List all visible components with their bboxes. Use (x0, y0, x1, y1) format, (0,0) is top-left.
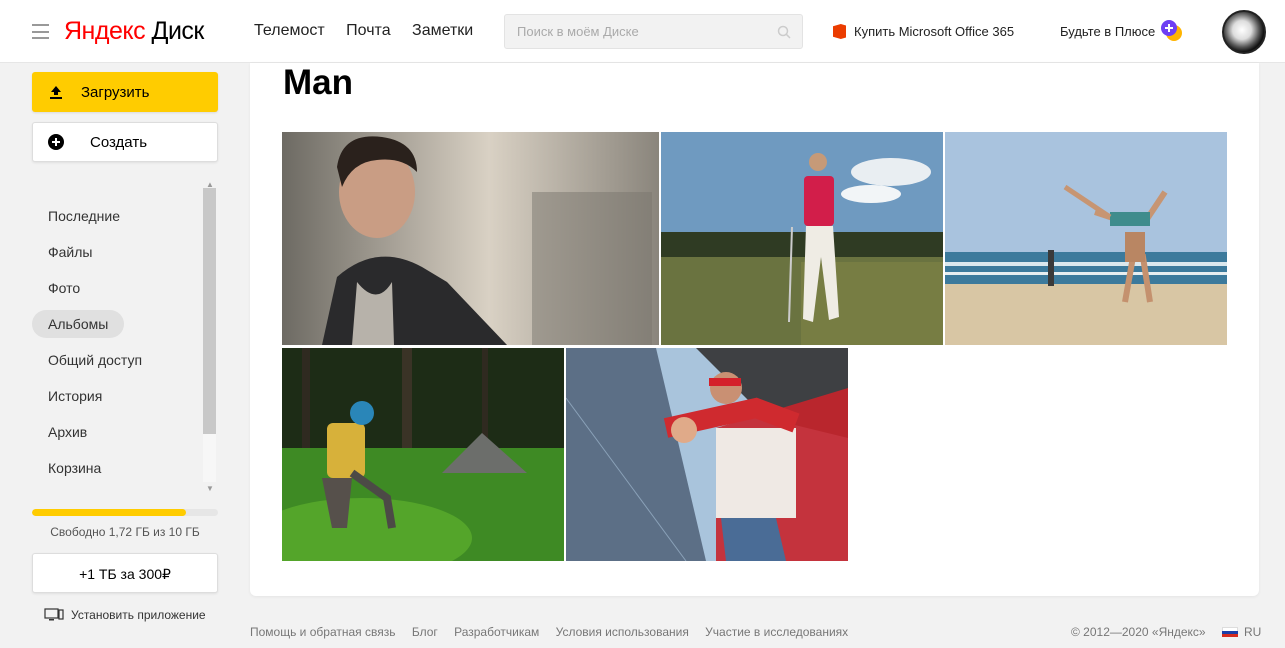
storage-progress-fill (32, 509, 186, 516)
logo-yandex: Яндекс (64, 17, 146, 45)
search-input[interactable] (505, 15, 765, 48)
install-app-link[interactable]: Установить приложение (44, 608, 206, 622)
beach-handstand-photo[interactable] (945, 132, 1227, 345)
sidebar-item-archive[interactable]: Архив (32, 414, 202, 450)
footer-blog-link[interactable]: Блог (412, 625, 438, 639)
nav-telemost[interactable]: Телемост (254, 22, 325, 39)
sidebar-nav: Последние Файлы Фото Альбомы Общий досту… (32, 198, 202, 486)
sidebar-item-files[interactable]: Файлы (32, 234, 202, 270)
office-promo-link[interactable]: Купить Microsoft Office 365 (833, 24, 1014, 39)
plus-circle-icon (48, 134, 64, 150)
create-label: Создать (90, 133, 148, 151)
sidebar-item-recent[interactable]: Последние (32, 198, 202, 234)
header: Яндекс Диск Телемост Почта Заметки Купит… (0, 0, 1285, 63)
footer-help-link[interactable]: Помощь и обратная связь (250, 625, 395, 639)
user-avatar[interactable] (1222, 10, 1266, 54)
sidebar-scrollbar[interactable]: ▲ ▼ (202, 180, 216, 495)
copyright: © 2012—2020 «Яндекс» (1071, 625, 1206, 639)
footer-developers-link[interactable]: Разработчикам (454, 625, 539, 639)
create-button[interactable]: Создать (32, 122, 218, 162)
ru-flag-icon (1222, 626, 1238, 638)
scroll-down-arrow[interactable]: ▼ (206, 484, 214, 493)
plus-icon[interactable] (1160, 19, 1183, 42)
album-title: Man (283, 63, 353, 102)
upload-button[interactable]: Загрузить (32, 72, 218, 112)
search-icon[interactable] (777, 25, 791, 39)
top-nav: Телемост Почта Заметки (254, 22, 490, 40)
father-son-superhero-photo[interactable] (566, 348, 848, 561)
footer-research-link[interactable]: Участие в исследованиях (705, 625, 848, 639)
buy-space-button[interactable]: +1 ТБ за 300₽ (32, 553, 218, 593)
storage-progress-bar (32, 509, 218, 516)
scrollbar-thumb[interactable] (203, 188, 216, 434)
office-icon (833, 24, 846, 39)
menu-icon[interactable] (32, 24, 49, 39)
camper-forest-photo[interactable] (282, 348, 564, 561)
nav-notes[interactable]: Заметки (412, 22, 473, 39)
golfer-photo[interactable] (661, 132, 943, 345)
sidebar-item-albums[interactable]: Альбомы (32, 306, 202, 342)
sidebar-item-shared[interactable]: Общий доступ (32, 342, 202, 378)
sidebar-item-history[interactable]: История (32, 378, 202, 414)
storage-text: Свободно 1,72 ГБ из 10 ГБ (50, 525, 200, 539)
footer-terms-link[interactable]: Условия использования (556, 625, 689, 639)
language-switcher[interactable]: RU (1222, 625, 1261, 639)
footer-links: Помощь и обратная связь Блог Разработчик… (250, 625, 861, 639)
nav-mail[interactable]: Почта (346, 22, 390, 39)
office-label: Купить Microsoft Office 365 (854, 24, 1015, 39)
search-box (504, 14, 803, 49)
sidebar-item-trash[interactable]: Корзина (32, 450, 202, 486)
album-view: Man (250, 63, 1259, 596)
logo-disk: Диск (151, 17, 205, 45)
install-app-label: Установить приложение (71, 608, 206, 622)
upload-icon (50, 86, 62, 99)
upload-label: Загрузить (81, 83, 150, 101)
portrait-man-photo[interactable] (282, 132, 659, 345)
desktop-app-icon (44, 608, 64, 621)
language-label: RU (1244, 625, 1262, 639)
plus-promo-link[interactable]: Будьте в Плюсе (1060, 24, 1155, 39)
sidebar-item-photo[interactable]: Фото (32, 270, 202, 306)
logo[interactable]: Яндекс Диск (64, 17, 204, 46)
